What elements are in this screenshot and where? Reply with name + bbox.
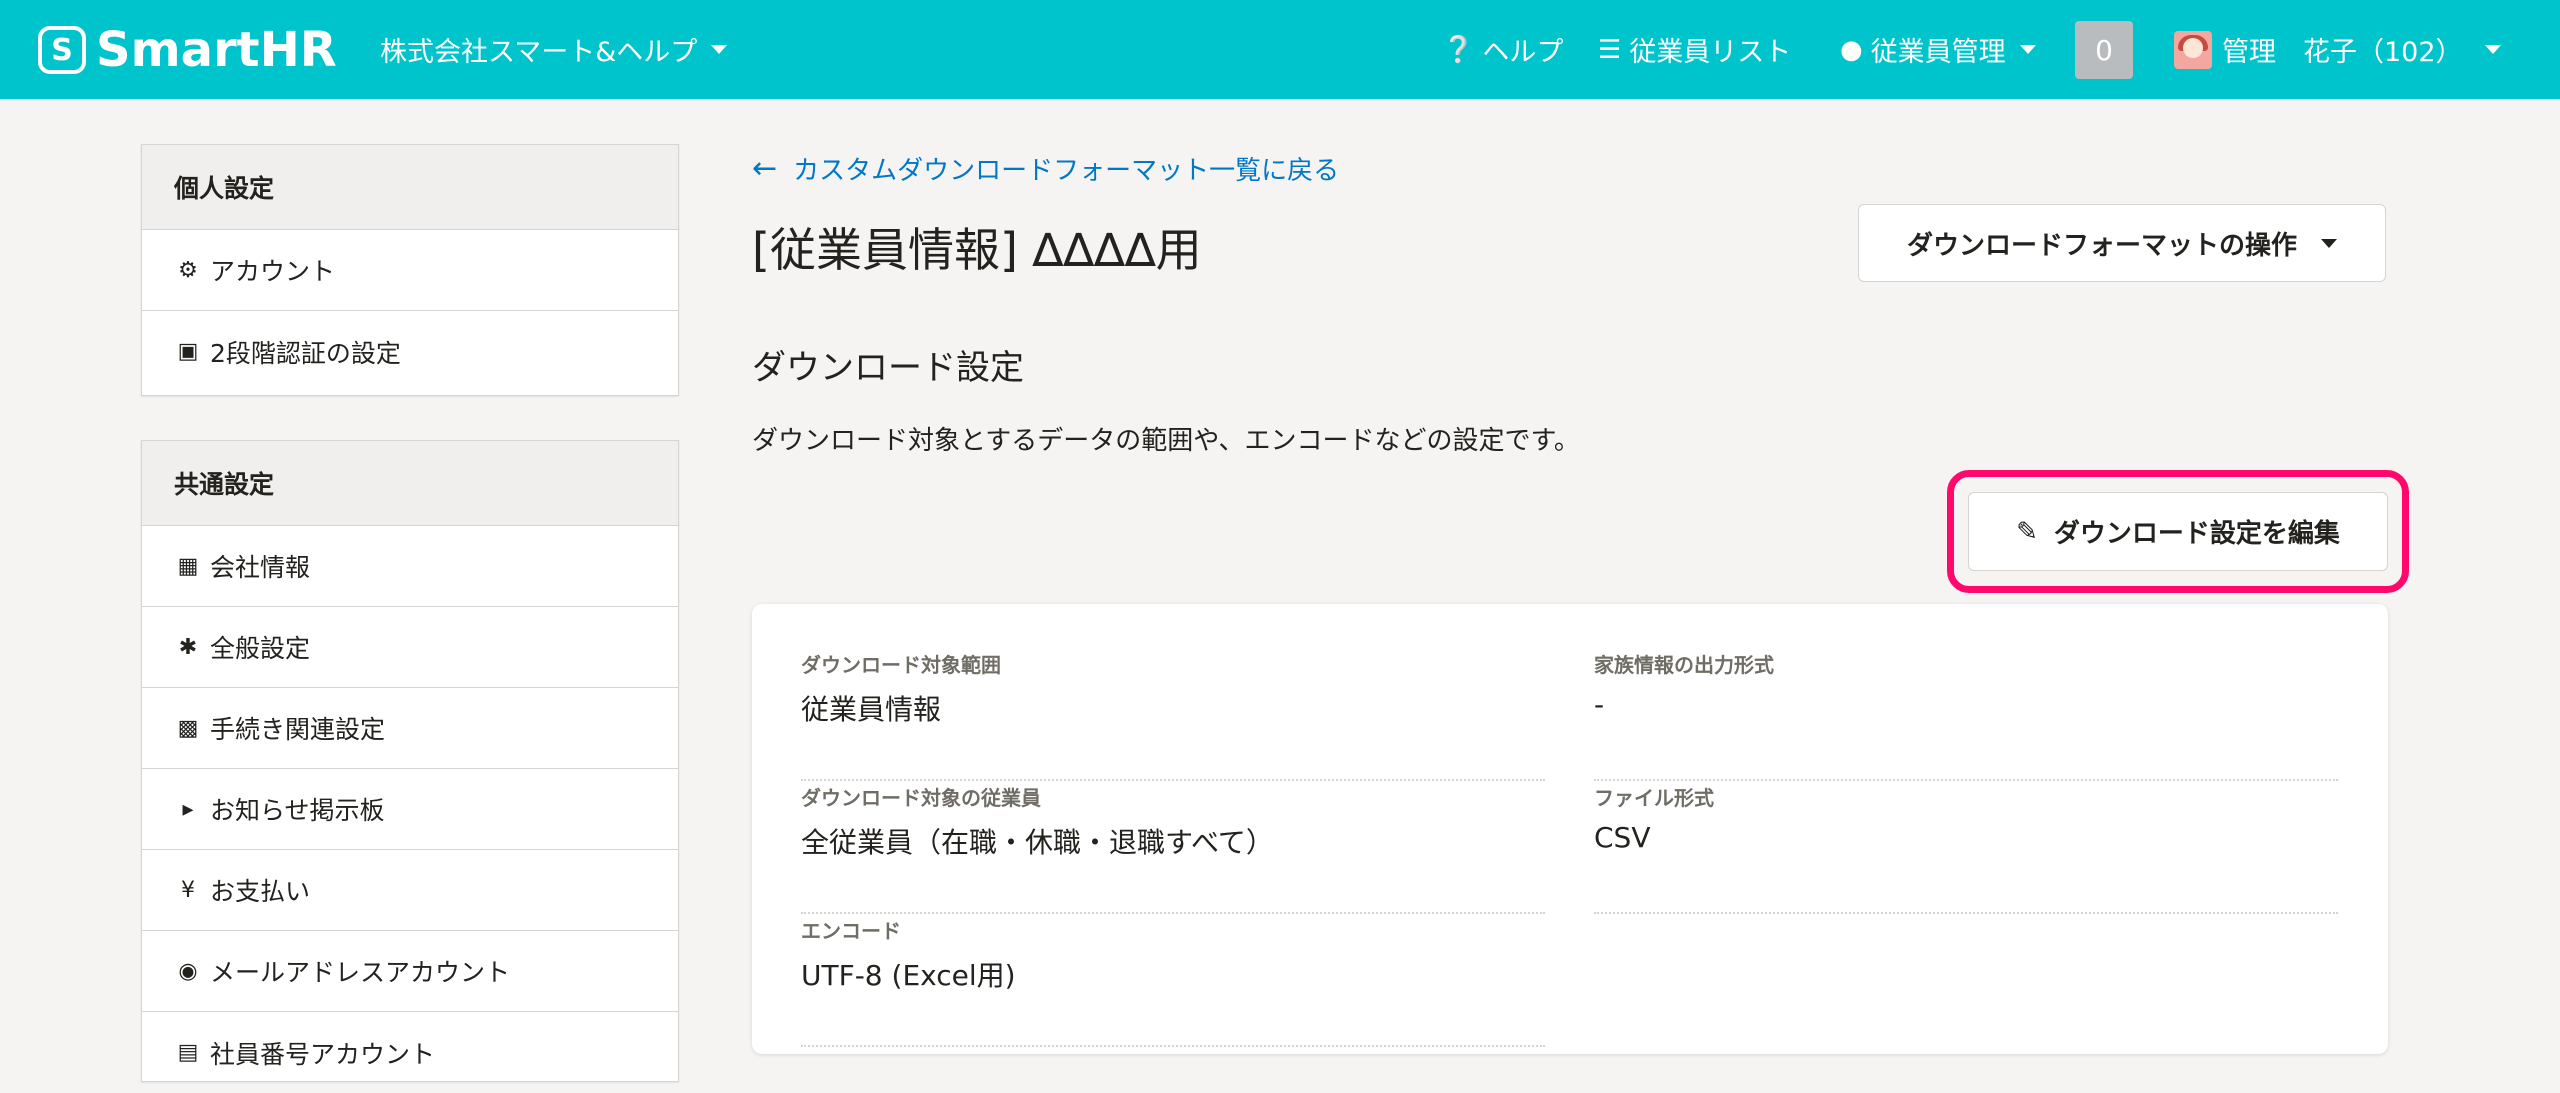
smarthr-logo[interactable]: S SmartHR [38, 22, 337, 78]
field-value: 全従業員（在職・休職・退職すべて） [801, 826, 1274, 859]
field-divider [801, 1045, 1545, 1047]
user-name-label: 管理 花子（102） [2222, 37, 2463, 68]
chevron-down-icon [2321, 238, 2337, 248]
section-title: ダウンロード設定 [752, 348, 1024, 388]
sidebar-item-label: お知らせ掲示板 [210, 796, 385, 825]
field-value: - [1594, 688, 1605, 721]
download-settings-card: ダウンロード対象範囲 従業員情報 家族情報の出力形式 - ダウンロード対象の従業… [752, 604, 2388, 1054]
users-icon: ◉ [178, 958, 198, 984]
logo-text: SmartHR [96, 22, 337, 78]
page-title: [従業員情報] ∆∆∆∆用 [752, 223, 1202, 277]
field-divider [801, 912, 1545, 914]
nav-help[interactable]: ❔ ヘルプ [1442, 30, 1563, 69]
sidebar-item-label: お支払い [210, 877, 311, 906]
section-description: ダウンロード対象とするデータの範囲や、エンコードなどの設定です。 [752, 426, 1580, 456]
question-circle-icon: ❔ [1442, 34, 1475, 65]
sidebar-item-label: 2段階認証の設定 [210, 338, 401, 368]
field-target-employees: ダウンロード対象の従業員 全従業員（在職・休職・退職すべて） [801, 782, 1545, 917]
nav-employee-list-label: 従業員リスト [1629, 37, 1792, 68]
field-download-scope: ダウンロード対象範囲 従業員情報 [801, 649, 1545, 784]
user-menu[interactable]: 管理 花子（102） [2222, 30, 2501, 69]
back-to-format-list-link[interactable]: ← カスタムダウンロードフォーマット一覧に戻る [752, 150, 1339, 187]
logo-mark-icon: S [38, 26, 86, 74]
company-name: 株式会社スマート&ヘルプ [380, 37, 698, 68]
user-avatar[interactable] [2174, 31, 2212, 69]
id-card-icon: ▤ [177, 1040, 199, 1065]
field-divider [1594, 912, 2338, 914]
user-icon: ● [1840, 34, 1863, 65]
arrow-left-icon: ← [752, 151, 778, 186]
sidebar-section-title: 共通設定 [142, 441, 678, 526]
edit-download-settings-button[interactable]: ✎ ダウンロード設定を編集 [1968, 492, 2388, 571]
megaphone-icon: ▸ [182, 796, 194, 822]
sidebar-item-procedures[interactable]: ▩ 手続き関連設定 [142, 688, 678, 769]
edit-button-label: ダウンロード設定を編集 [2053, 519, 2340, 549]
list-icon: ☰ [1598, 34, 1622, 65]
sidebar-item-employee-number-accounts[interactable]: ▤ 社員番号アカウント [142, 1012, 678, 1093]
sidebar-item-label: 会社情報 [210, 553, 311, 582]
chevron-down-icon [2484, 45, 2501, 54]
sidebar-item-two-factor[interactable]: ▣ 2段階認証の設定 [142, 311, 678, 392]
field-value: UTF-8 (Excel用) [801, 959, 1016, 992]
sidebar-item-notices[interactable]: ▸ お知らせ掲示板 [142, 769, 678, 850]
asterisk-icon: ✱ [178, 634, 198, 660]
field-family-format: 家族情報の出力形式 - [1594, 649, 2338, 784]
sidebar-item-payment[interactable]: ¥ お支払い [142, 850, 678, 931]
field-file-format: ファイル形式 CSV [1594, 782, 2338, 917]
yen-icon: ¥ [181, 877, 195, 903]
sidebar-item-label: メールアドレスアカウント [210, 958, 511, 987]
field-label: エンコード [801, 919, 901, 943]
field-label: ファイル形式 [1594, 786, 1714, 810]
field-encoding: エンコード UTF-8 (Excel用) [801, 915, 1545, 1050]
book-icon: ▩ [177, 715, 199, 741]
sidebar-item-label: 全般設定 [210, 634, 311, 663]
lock-icon: ▣ [177, 339, 199, 364]
company-switcher[interactable]: 株式会社スマート&ヘルプ [380, 30, 728, 69]
field-divider [1594, 779, 2338, 781]
sidebar-item-label: 手続き関連設定 [210, 715, 386, 744]
field-value: CSV [1594, 821, 1651, 854]
format-operations-label: ダウンロードフォーマットの操作 [1906, 230, 2297, 261]
back-link-label: カスタムダウンロードフォーマット一覧に戻る [793, 156, 1340, 186]
nav-employee-manage-label: 従業員管理 [1870, 37, 2006, 68]
chevron-down-icon [711, 45, 728, 54]
top-header: S SmartHR 株式会社スマート&ヘルプ ❔ ヘルプ ☰ 従業員リスト ● … [0, 0, 2560, 99]
sidebar-item-label: 社員番号アカウント [210, 1039, 436, 1069]
gear-icon: ⚙ [178, 257, 198, 283]
sidebar-item-company-info[interactable]: ▦ 会社情報 [142, 526, 678, 607]
format-operations-button[interactable]: ダウンロードフォーマットの操作 [1858, 204, 2386, 282]
field-label: ダウンロード対象範囲 [801, 653, 1001, 677]
nav-employee-manage[interactable]: ● 従業員管理 [1840, 30, 2036, 69]
sidebar-personal-settings: 個人設定 ⚙ アカウント ▣ 2段階認証の設定 [141, 144, 679, 396]
sidebar-item-email-accounts[interactable]: ◉ メールアドレスアカウント [142, 931, 678, 1012]
sidebar-item-label: アカウント [210, 257, 336, 286]
sidebar-item-account[interactable]: ⚙ アカウント [142, 230, 678, 311]
chevron-down-icon [2019, 45, 2036, 54]
pencil-icon: ✎ [2016, 516, 2038, 547]
sidebar-item-general[interactable]: ✱ 全般設定 [142, 607, 678, 688]
sidebar-section-title: 個人設定 [142, 145, 678, 230]
field-label: 家族情報の出力形式 [1594, 653, 1774, 677]
notification-badge[interactable]: 0 [2075, 21, 2133, 79]
field-divider [801, 779, 1545, 781]
building-icon: ▦ [177, 553, 199, 579]
nav-employee-list[interactable]: ☰ 従業員リスト [1598, 30, 1791, 69]
field-label: ダウンロード対象の従業員 [801, 786, 1041, 810]
field-value: 従業員情報 [801, 693, 942, 726]
nav-help-label: ヘルプ [1482, 37, 1564, 68]
sidebar-common-settings: 共通設定 ▦ 会社情報 ✱ 全般設定 ▩ 手続き関連設定 ▸ お知らせ掲示板 ¥… [141, 440, 679, 1082]
